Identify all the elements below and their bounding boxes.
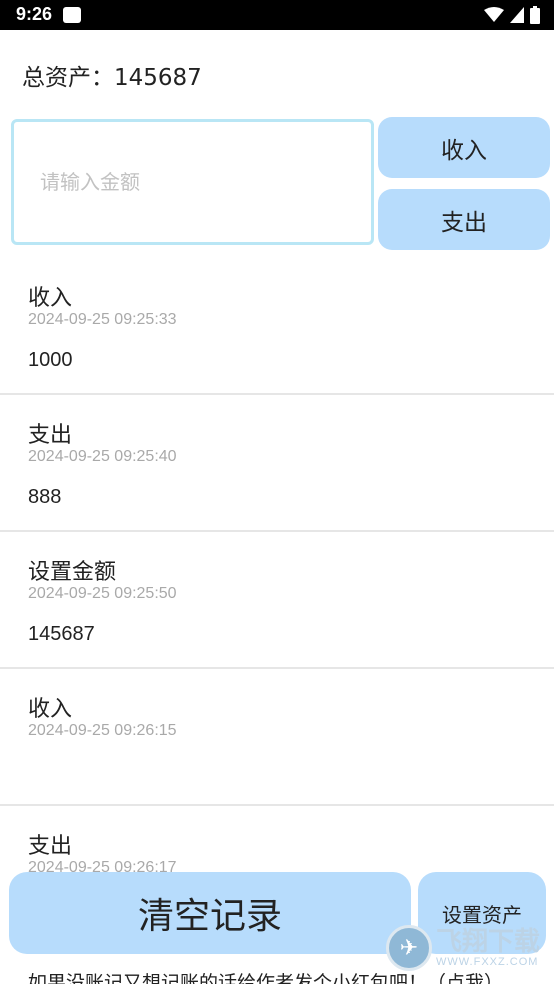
watermark: ✈ 飞翔下载 WWW.FXXZ.COM [386, 920, 548, 976]
list-item[interactable]: 收入 2024-09-25 09:26:15 [0, 669, 554, 806]
watermark-logo-icon: ✈ [386, 925, 432, 971]
clear-records-button[interactable]: 清空记录 [9, 872, 411, 954]
watermark-title: 飞翔下载 [436, 926, 541, 957]
record-time: 2024-09-25 09:25:50 [28, 585, 177, 602]
record-time: 2024-09-25 09:25:40 [28, 448, 177, 465]
list-item[interactable]: 收入 2024-09-25 09:25:33 1000 [0, 258, 554, 395]
list-item[interactable]: 支出 2024-09-25 09:25:40 888 [0, 395, 554, 532]
watermark-url: WWW.FXXZ.COM [436, 955, 539, 968]
list-item[interactable]: 支出 2024-09-25 09:26:17 [0, 806, 554, 874]
total-assets: 总资产：145687 [22, 65, 202, 91]
list-item[interactable]: 设置金额 2024-09-25 09:25:50 145687 [0, 532, 554, 669]
record-type: 支出 [28, 423, 73, 448]
wifi-icon [484, 7, 504, 22]
income-button[interactable]: 收入 [378, 117, 550, 178]
record-time: 2024-09-25 09:25:33 [28, 311, 177, 328]
status-bar: 9:26 [0, 0, 554, 30]
record-amount: 1000 [28, 349, 73, 371]
record-type: 设置金额 [28, 560, 117, 585]
status-icons [484, 5, 540, 25]
record-amount: 145687 [28, 623, 95, 645]
record-type: 支出 [28, 834, 73, 859]
amount-input[interactable] [11, 119, 374, 245]
expense-button[interactable]: 支出 [378, 189, 550, 250]
status-time: 9:26 [16, 4, 53, 24]
battery-icon [530, 6, 540, 24]
records-list[interactable]: 收入 2024-09-25 09:25:33 1000 支出 2024-09-2… [0, 258, 554, 874]
notification-icon [63, 7, 81, 23]
record-type: 收入 [28, 697, 73, 722]
record-type: 收入 [28, 286, 73, 311]
signal-icon [510, 7, 524, 23]
record-amount: 888 [28, 486, 62, 508]
watermark-text: 飞翔下载 WWW.FXXZ.COM [436, 929, 540, 968]
record-time: 2024-09-25 09:26:15 [28, 722, 177, 739]
